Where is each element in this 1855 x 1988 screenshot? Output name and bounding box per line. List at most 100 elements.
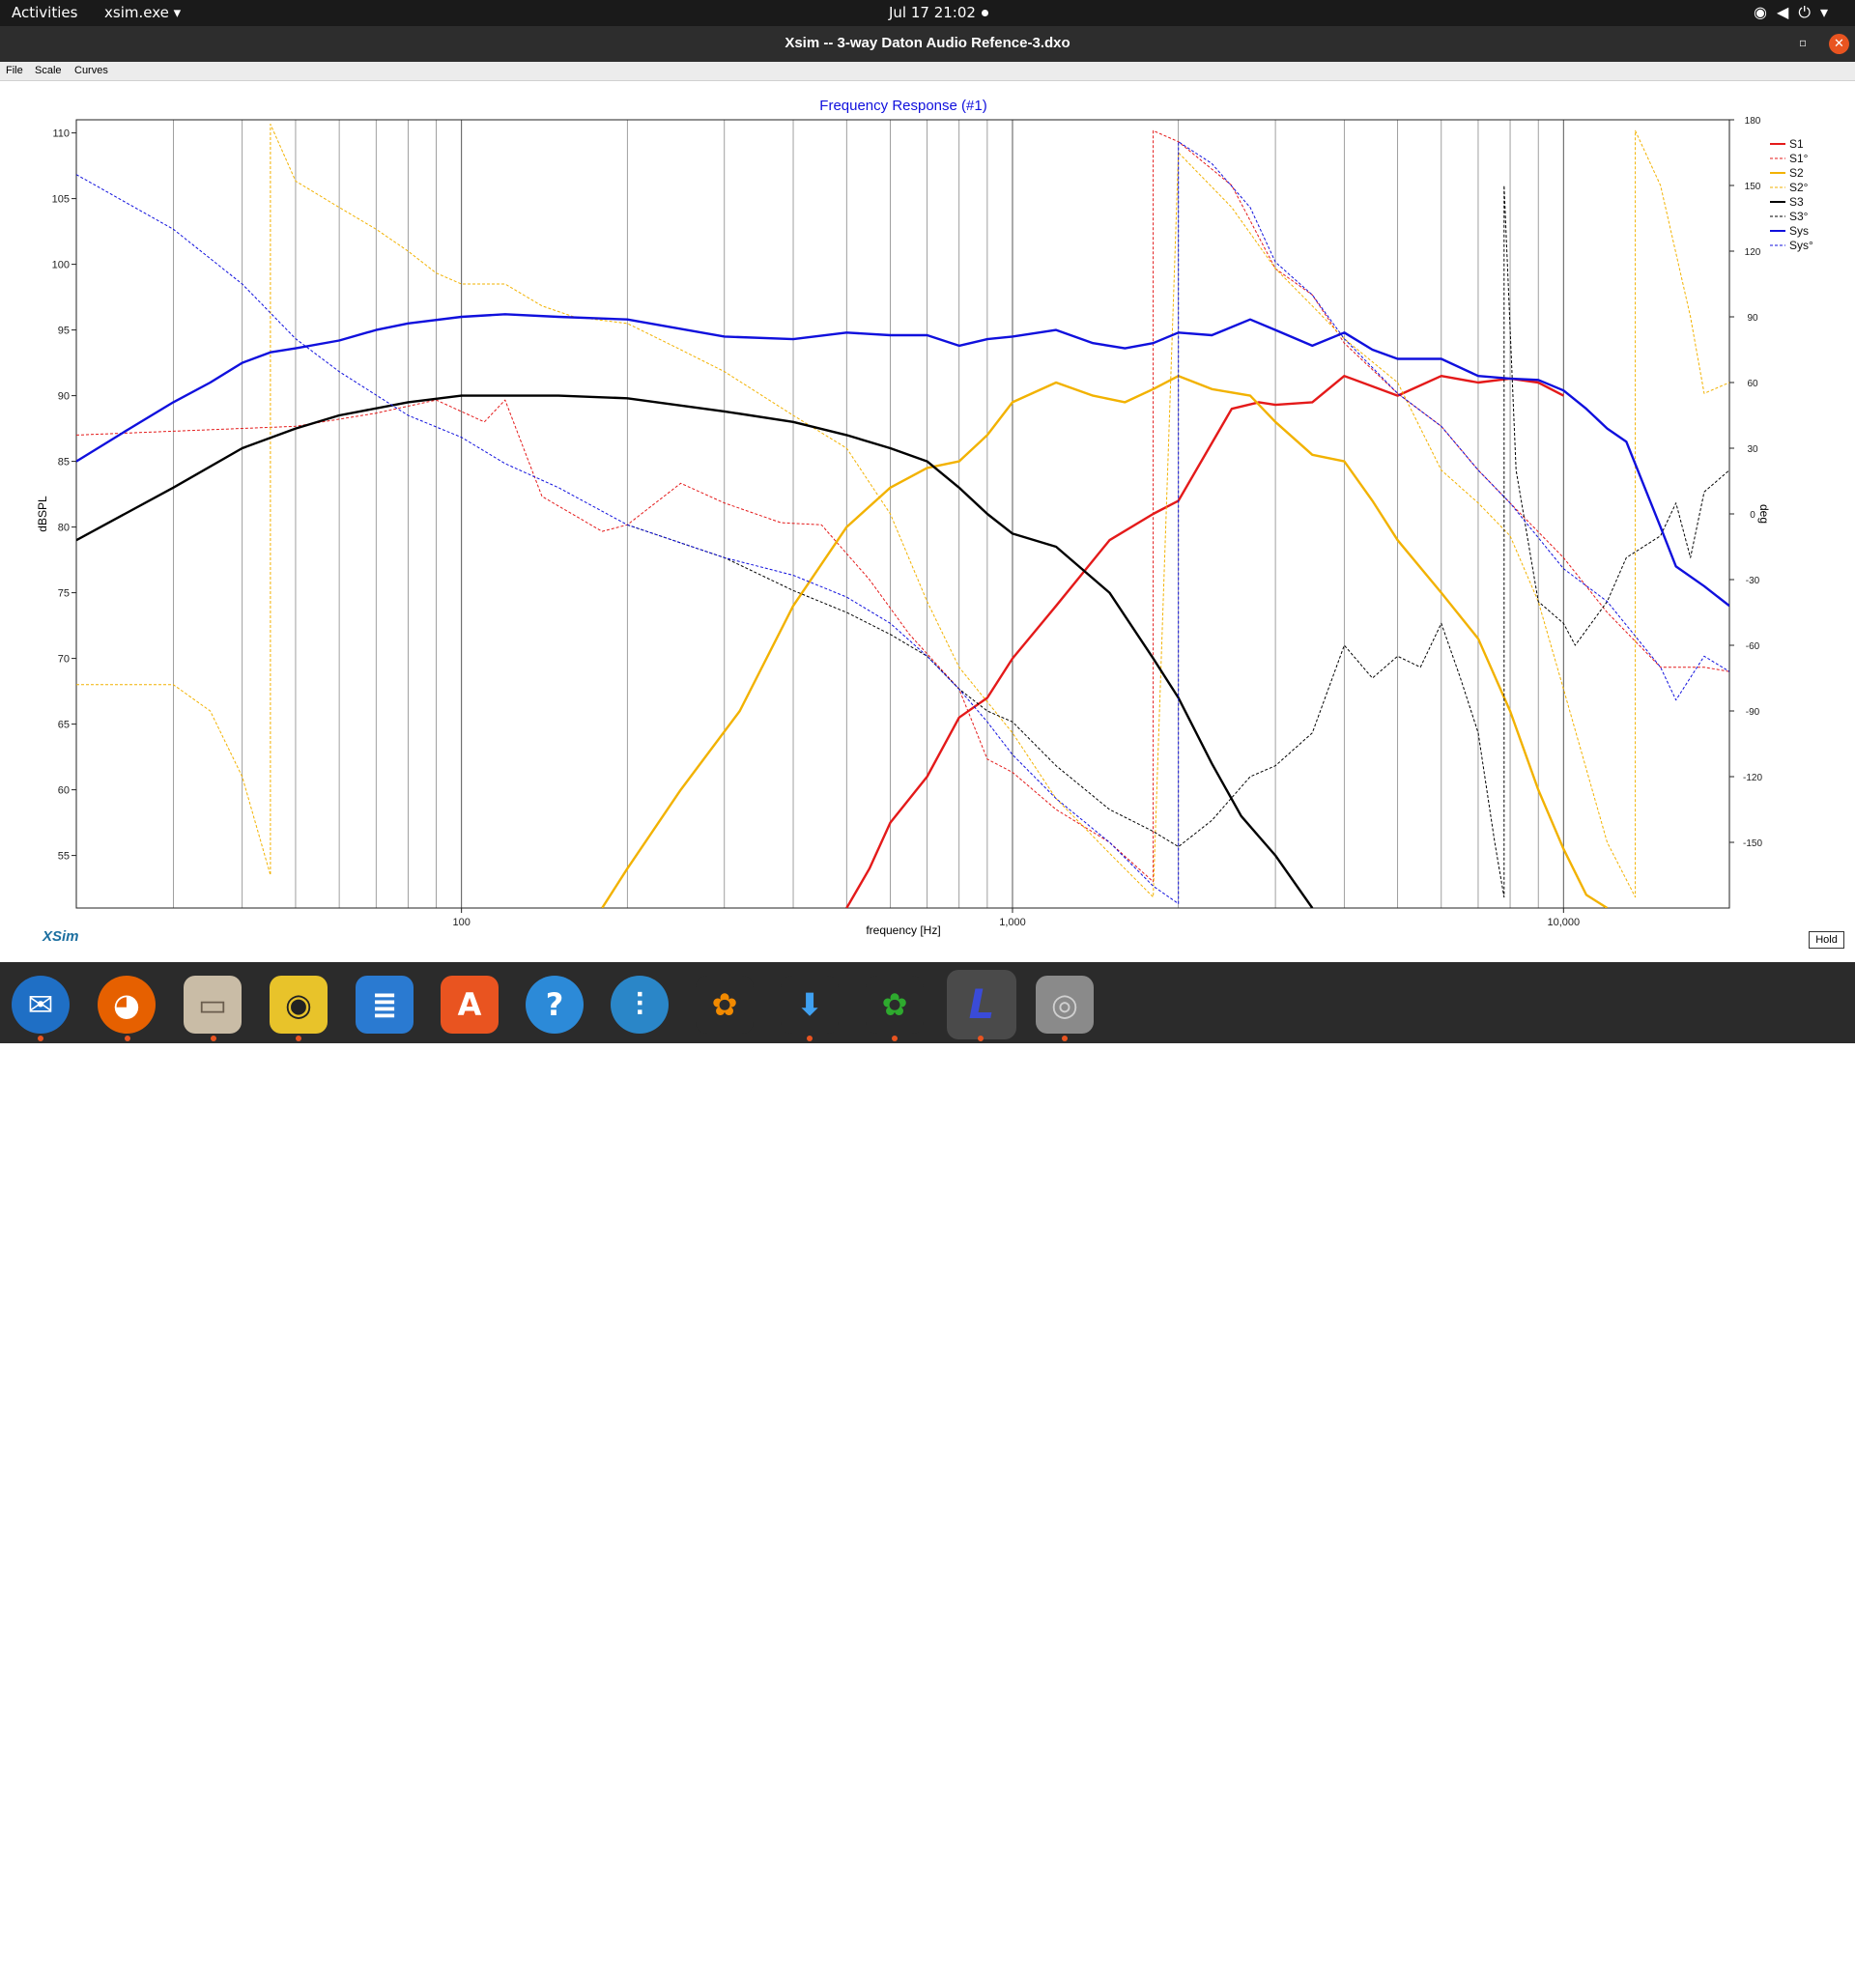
chart-grid — [173, 120, 1564, 908]
menu-file[interactable]: File — [6, 65, 23, 76]
x-tick-label: 1,000 — [999, 917, 1026, 928]
grid-dot — [1804, 1974, 1812, 1983]
y-tick-label: 85 — [58, 457, 70, 469]
grid-dot — [1818, 1974, 1827, 1983]
running-indicator — [892, 1036, 898, 1041]
menu-bar: File Scale Curves — [0, 62, 1855, 81]
grid-dot — [1804, 1960, 1812, 1969]
series-line-s3 — [76, 394, 1314, 908]
y-tick-label: 60 — [58, 785, 70, 797]
y2-tick-label: -150 — [1743, 838, 1762, 849]
playonlinux-2-icon[interactable]: ✿ — [866, 976, 924, 1034]
close-button[interactable]: ✕ — [1829, 34, 1849, 54]
y2-tick-label: -60 — [1746, 641, 1760, 652]
chart-title: Frequency Response (#1) — [819, 98, 986, 114]
xsim-icon[interactable]: L — [947, 970, 1016, 1039]
legend-label: S1° — [1789, 152, 1809, 165]
rhythmbox-icon[interactable]: ◉ — [270, 976, 328, 1034]
chart-legend[interactable]: S1S1°S2S2°S3S3°SysSys° — [1770, 137, 1813, 252]
legend-label: S2 — [1789, 166, 1804, 180]
y2-tick-label: 90 — [1747, 313, 1758, 324]
y-tick-label: 65 — [58, 720, 70, 731]
volume-icon: ◀ — [1777, 3, 1799, 21]
x-axis-ticks: 100 1,000 10,000 — [452, 908, 1580, 928]
playonlinux-icon[interactable]: ✿ — [696, 976, 754, 1034]
libreoffice-writer-icon[interactable]: ≣ — [356, 976, 414, 1034]
mixer-icon[interactable]: ⫶ — [611, 976, 669, 1034]
hold-button[interactable]: Hold — [1809, 931, 1844, 949]
y2-axis-label: deg — [1757, 504, 1771, 524]
firefox-icon[interactable]: ◕ — [98, 976, 156, 1034]
y-tick-label: 70 — [58, 654, 70, 666]
grid-dot — [1789, 1974, 1798, 1983]
grid-dot — [1789, 1960, 1798, 1969]
series-line-sys-phase — [76, 141, 1729, 904]
y2-tick-label: 0 — [1750, 510, 1755, 521]
series-line-s1 — [845, 375, 1564, 908]
y2-tick-label: 150 — [1745, 182, 1761, 192]
app-center-icon[interactable]: A — [441, 976, 499, 1034]
y2-tick-label: 120 — [1745, 247, 1761, 258]
grid-dot — [1818, 1960, 1827, 1969]
legend-label: S1 — [1789, 137, 1804, 151]
download-icon[interactable]: ⬇ — [781, 976, 839, 1034]
x-axis-label: frequency [Hz] — [866, 923, 940, 937]
running-indicator — [1062, 1036, 1068, 1041]
frequency-response-chart[interactable]: Frequency Response (#1) 55 60 65 70 75 80 85 90… — [0, 81, 1855, 960]
y-axis-label: dBSPL — [36, 496, 49, 532]
running-indicator — [807, 1036, 813, 1041]
activities-button[interactable]: Activities — [12, 4, 77, 21]
running-indicator — [38, 1036, 43, 1041]
menu-curves[interactable]: Curves — [74, 65, 108, 76]
dock: ✉ ◕ ▭ ◉ ≣ A ? ⫶ ✿ ⬇ ✿ L ◎ — [0, 962, 1855, 1983]
y-tick-label: 105 — [52, 194, 70, 206]
y2-tick-label: -120 — [1743, 773, 1762, 783]
y2-tick-label: -30 — [1746, 576, 1760, 586]
legend-label: S2° — [1789, 181, 1809, 194]
y-tick-label: 95 — [58, 326, 70, 337]
files-icon[interactable]: ▭ — [184, 976, 242, 1034]
series-line-s2 — [601, 375, 1609, 908]
system-status-area[interactable]: ◉◀⏻▾ — [1754, 3, 1838, 22]
grid-dot — [1804, 1945, 1812, 1954]
y-tick-label: 90 — [58, 391, 70, 403]
wifi-icon: ◉ — [1754, 3, 1777, 21]
y2-tick-label: 30 — [1747, 444, 1758, 455]
y-tick-label: 100 — [52, 260, 70, 271]
thunderbird-icon[interactable]: ✉ — [12, 976, 70, 1034]
window-titlebar[interactable]: Xsim -- 3-way Daton Audio Refence-3.dxo … — [0, 26, 1855, 62]
y-axis-ticks: 55 60 65 70 75 80 85 90 95 100 105 110 — [52, 128, 76, 863]
running-indicator — [211, 1036, 216, 1041]
window-title: Xsim -- 3-way Daton Audio Refence-3.dxo — [785, 35, 1070, 51]
power-icon: ⏻ — [1798, 3, 1820, 21]
running-indicator — [978, 1036, 984, 1041]
top-bar: Activities xsim.exe ▾ Jul 17 21:02 ◉◀⏻▾ — [0, 0, 1855, 26]
show-applications-icon[interactable] — [1789, 1945, 1832, 1988]
y2-tick-label: 180 — [1745, 116, 1761, 127]
xsim-logo: XSim — [43, 928, 79, 945]
y-tick-label: 55 — [58, 851, 70, 863]
app-menu[interactable]: xsim.exe ▾ — [104, 4, 181, 21]
disk-icon[interactable]: ◎ — [1036, 976, 1094, 1034]
help-icon[interactable]: ? — [526, 976, 584, 1034]
series-line-s2-phase — [76, 124, 1729, 898]
legend-label: Sys° — [1789, 239, 1813, 252]
y2-axis-ticks: -150 -120 -90 -60 -30 0 30 60 90 120 150 180 — [1729, 116, 1762, 849]
x-tick-label: 100 — [452, 917, 470, 928]
series-line-sys — [76, 313, 1729, 608]
running-indicator — [125, 1036, 130, 1041]
menu-scale[interactable]: Scale — [35, 65, 62, 76]
x-tick-label: 10,000 — [1547, 917, 1580, 928]
grid-dot — [1789, 1945, 1798, 1954]
y-tick-label: 110 — [52, 128, 70, 140]
clock[interactable]: Jul 17 21:02 — [889, 4, 976, 21]
notification-dot-icon — [982, 10, 988, 16]
y-tick-label: 80 — [58, 523, 70, 534]
legend-label: S3° — [1789, 210, 1809, 223]
legend-label: Sys — [1789, 224, 1809, 238]
grid-dot — [1818, 1945, 1827, 1954]
plot-frame — [75, 119, 1730, 909]
restore-icon[interactable]: ▫ — [1799, 36, 1807, 49]
running-indicator — [296, 1036, 301, 1041]
y2-tick-label: 60 — [1747, 379, 1758, 389]
